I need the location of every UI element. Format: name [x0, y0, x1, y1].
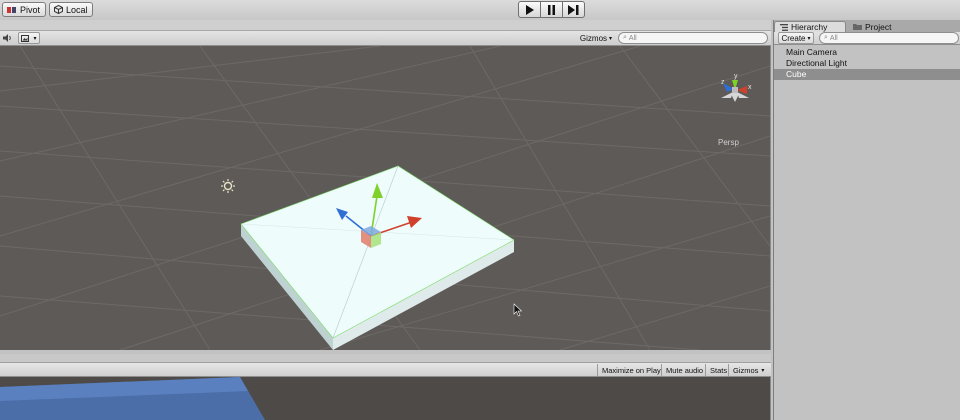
scene-panel: ▾ Gizmos ▾ ⌕ All y x z Persp — [0, 20, 771, 350]
hierarchy-search-placeholder: All — [829, 34, 838, 42]
hierarchy-item-main-camera[interactable]: Main Camera — [774, 47, 960, 58]
game-gizmos-label: Gizmos — [733, 365, 759, 375]
local-cube-icon — [54, 5, 63, 14]
game-toolbar: Maximize on Play Mute audio Stats Gizmos… — [0, 363, 771, 377]
local-label: Local — [66, 4, 88, 15]
pause-button[interactable] — [540, 1, 563, 18]
hierarchy-item-cube[interactable]: Cube — [774, 69, 960, 80]
playback-controls — [518, 1, 585, 18]
unity-editor: Pivot Local ▾ Gizmos ▾ ⌕ All y x z Persp… — [0, 0, 960, 420]
persp-label[interactable]: Persp — [718, 138, 739, 147]
audio-toggle[interactable] — [1, 32, 15, 44]
main-toolbar: Pivot Local — [0, 0, 960, 20]
hierarchy-item-directional-light[interactable]: Directional Light — [774, 58, 960, 69]
list-item-label: Directional Light — [786, 58, 847, 68]
game-gizmos-dropdown[interactable]: Gizmos ▾ — [728, 364, 770, 376]
list-item-label: Main Camera — [786, 47, 838, 57]
scene-search-input[interactable]: ⌕ All — [618, 32, 768, 44]
tab-project-label: Project — [865, 21, 892, 32]
game-canvas — [0, 377, 265, 420]
tab-project[interactable]: Project — [848, 21, 908, 32]
hierarchy-search-input[interactable]: ⌕ All — [819, 32, 959, 44]
game-panel: Maximize on Play Mute audio Stats Gizmos… — [0, 354, 771, 420]
step-button[interactable] — [562, 1, 585, 18]
game-view[interactable] — [0, 377, 770, 420]
local-button[interactable]: Local — [49, 2, 93, 17]
orientation-gizmo[interactable]: y x z — [721, 73, 752, 102]
stats-label: Stats — [710, 365, 728, 375]
create-chevron-icon: ▾ — [807, 35, 811, 42]
play-button[interactable] — [518, 1, 541, 18]
create-dropdown[interactable]: Create ▾ — [778, 32, 814, 44]
play-icon — [525, 4, 534, 15]
effects-dropdown[interactable]: ▾ — [18, 32, 40, 44]
hierarchy-toolbar: Create ▾ ⌕ All — [774, 32, 960, 45]
mute-audio-label: Mute audio — [666, 365, 704, 375]
scene-toolbar: ▾ Gizmos ▾ ⌕ All — [0, 31, 771, 46]
scene-gizmos-dropdown[interactable]: Gizmos ▾ — [577, 32, 615, 44]
pause-icon — [547, 4, 556, 15]
maximize-on-play-toggle[interactable]: Maximize on Play — [597, 364, 665, 376]
mute-audio-toggle[interactable]: Mute audio — [661, 364, 707, 376]
tab-hierarchy-label: Hierarchy — [791, 22, 828, 32]
game-tab-strip — [0, 354, 771, 363]
hierarchy-tabs: Hierarchy Project — [774, 20, 960, 32]
step-icon — [568, 4, 579, 15]
scene-viewport[interactable]: y x z Persp — [0, 46, 770, 350]
folder-icon — [853, 23, 862, 30]
scene-tab-strip — [0, 20, 771, 31]
gizmo-x-label: x — [748, 84, 752, 91]
image-icon — [21, 34, 31, 42]
scene-gizmos-label: Gizmos — [579, 33, 608, 43]
create-label: Create — [781, 33, 806, 43]
hierarchy-list: Main Camera Directional Light Cube — [774, 47, 960, 80]
search-icon: ⌕ — [623, 34, 627, 41]
pivot-button[interactable]: Pivot — [2, 2, 46, 17]
sun-icon[interactable] — [221, 179, 235, 193]
hierarchy-search-icon: ⌕ — [824, 34, 828, 41]
hierarchy-list-icon — [780, 23, 788, 31]
game-gizmos-chevron-icon: ▾ — [761, 367, 765, 374]
scene-search-placeholder: All — [628, 34, 637, 42]
speaker-icon — [3, 34, 13, 42]
mouse-cursor-icon — [513, 303, 523, 317]
maximize-on-play-label: Maximize on Play — [602, 365, 661, 375]
hierarchy-panel: Hierarchy Project Create ▾ ⌕ All Main Ca… — [773, 20, 960, 420]
effects-chevron-icon: ▾ — [33, 35, 37, 42]
gizmo-y-label: y — [734, 73, 738, 80]
pivot-icon — [7, 6, 17, 14]
pivot-label: Pivot — [20, 4, 41, 15]
tab-hierarchy[interactable]: Hierarchy — [774, 21, 846, 32]
scene-canvas[interactable]: y x z Persp — [0, 46, 770, 350]
list-item-label: Cube — [786, 69, 807, 79]
gizmos-chevron-icon: ▾ — [609, 35, 613, 42]
